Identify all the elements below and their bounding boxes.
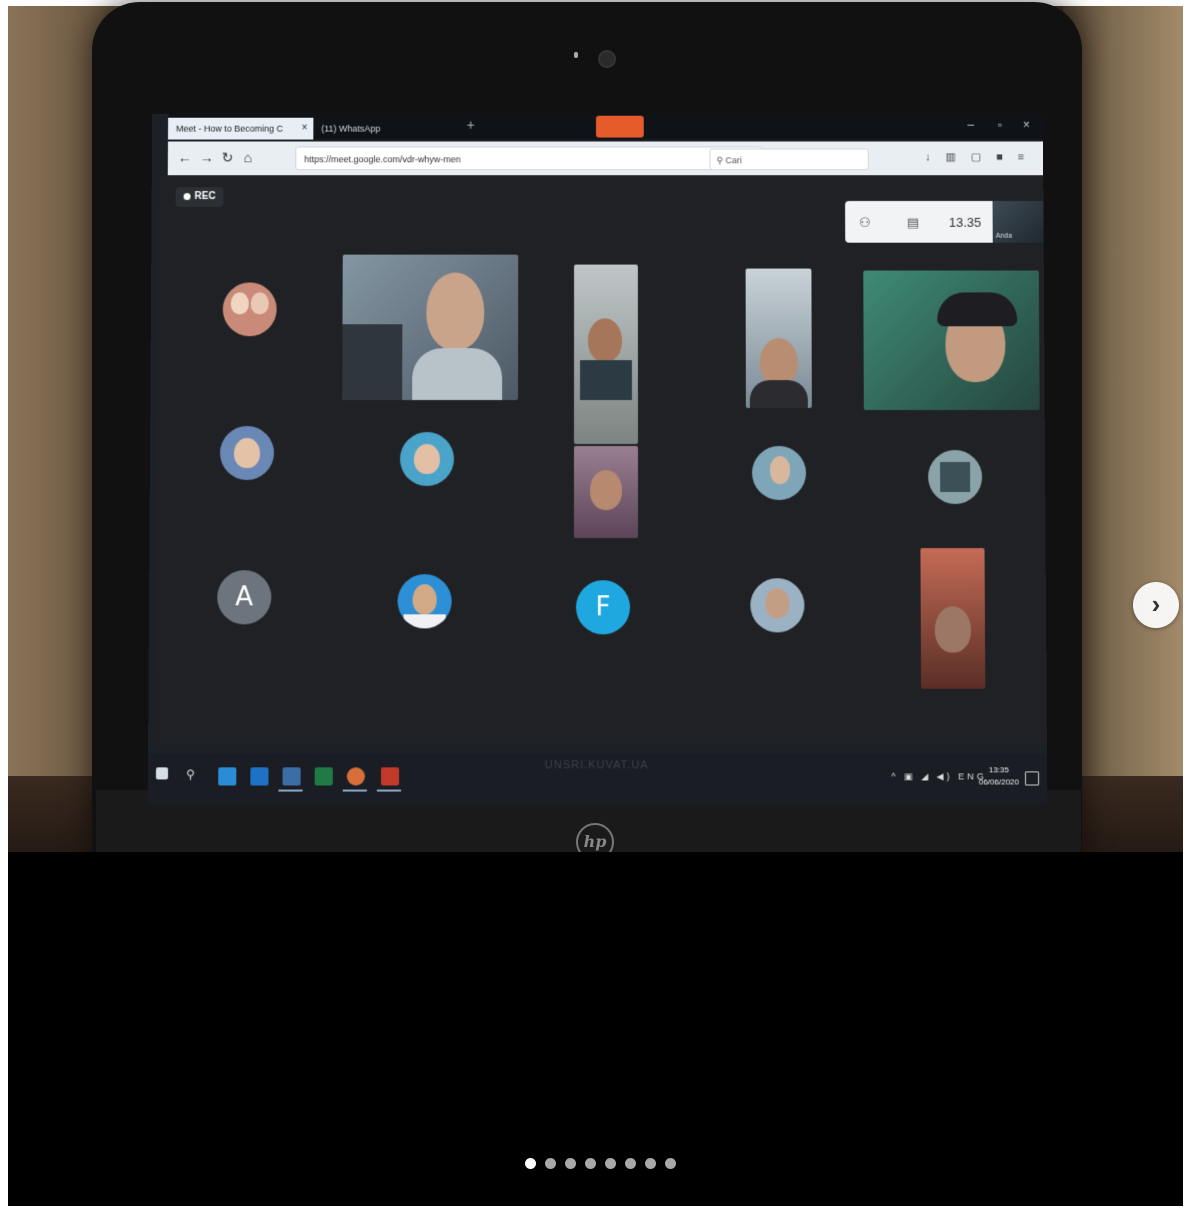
chat-icon[interactable]: ▤ — [907, 215, 919, 231]
participant-video[interactable] — [746, 269, 812, 408]
carousel-next-button[interactable]: › — [1133, 582, 1179, 628]
start-icon[interactable] — [156, 767, 168, 779]
pdf-icon[interactable] — [381, 767, 399, 785]
rec-indicator: REC — [176, 187, 224, 207]
participant-initial: A — [235, 582, 253, 612]
home-icon[interactable]: ⌂ — [244, 149, 253, 165]
participant-video[interactable] — [920, 548, 985, 689]
close-icon[interactable]: × — [302, 118, 308, 140]
carousel-dot[interactable] — [565, 1158, 576, 1169]
participant-video[interactable] — [574, 265, 638, 444]
system-tray[interactable]: ^ ▣ ◢ ◀) ENG — [891, 771, 987, 782]
new-tab-button[interactable]: + — [467, 117, 475, 133]
participant-avatar[interactable] — [928, 450, 982, 504]
webcam — [598, 50, 616, 68]
carousel-dot[interactable] — [605, 1158, 616, 1169]
rec-label: REC — [195, 191, 216, 202]
edge-icon[interactable] — [218, 767, 236, 785]
minimize-icon[interactable]: – — [967, 118, 974, 132]
search-input[interactable]: ⚲ Cari — [709, 148, 868, 170]
meet-grid: REC ⚇ ▤ 13.35 Anda A F — [154, 175, 1047, 745]
self-view-thumbnail[interactable]: Anda — [993, 201, 1045, 243]
chevron-right-icon: › — [1152, 589, 1161, 619]
running-indicator — [343, 790, 367, 792]
file-explorer-icon[interactable] — [283, 767, 301, 785]
carousel-dots — [525, 1156, 685, 1170]
back-icon[interactable]: ← — [178, 149, 192, 165]
forward-icon[interactable]: → — [200, 149, 214, 165]
windows-taskbar: ⚲ UNSRI.KUVAT.UA ^ ▣ ◢ ◀) ENG 13:35 06/0… — [148, 753, 1048, 803]
self-view-name: Anda — [996, 233, 1012, 240]
participant-video[interactable] — [574, 446, 638, 538]
laptop-screen: Meet - How to Becoming C × (11) WhatsApp… — [148, 114, 1048, 804]
participant-avatar[interactable] — [752, 446, 806, 500]
participant-initial: F — [596, 592, 611, 622]
tab-meet[interactable]: Meet - How to Becoming C × — [168, 118, 313, 140]
reload-icon[interactable]: ↻ — [222, 149, 234, 166]
browser-tabbar: Meet - How to Becoming C × (11) WhatsApp… — [168, 114, 1044, 140]
address-bar[interactable]: https://meet.google.com/vdr-whyw-men — [295, 146, 763, 170]
taskbar-clock[interactable]: 13:35 06/06/2020 — [979, 764, 1019, 788]
participant-video[interactable] — [342, 255, 518, 400]
people-icon[interactable]: ⚇ — [859, 215, 871, 231]
participant-video[interactable] — [863, 271, 1039, 411]
clock-time: 13:35 — [979, 764, 1019, 776]
toolbar-icons[interactable]: ↓ ▥ ▢ ■ ≡ — [925, 150, 1030, 163]
firefox-badge-icon — [596, 116, 644, 138]
clock-date: 06/06/2020 — [979, 776, 1019, 788]
running-indicator — [377, 790, 401, 792]
participant-letter-avatar[interactable]: F — [576, 580, 630, 634]
participant-letter-avatar[interactable]: A — [217, 570, 271, 624]
carousel-dot[interactable] — [625, 1158, 636, 1169]
search-icon[interactable]: ⚲ — [186, 767, 204, 785]
firefox-icon[interactable] — [347, 767, 365, 785]
carousel-dot[interactable] — [525, 1158, 536, 1169]
tab-meet-label: Meet - How to Becoming C — [176, 124, 283, 134]
participant-avatar[interactable] — [220, 426, 274, 480]
carousel-dot[interactable] — [545, 1158, 556, 1169]
notification-icon[interactable] — [1025, 771, 1039, 785]
maximize-icon[interactable]: ▫ — [998, 118, 1002, 132]
participant-avatar[interactable] — [398, 574, 452, 628]
carousel-background — [8, 852, 1183, 1206]
carousel-dot[interactable] — [665, 1158, 676, 1169]
carousel-dot[interactable] — [585, 1158, 596, 1169]
participant-avatar[interactable] — [223, 282, 277, 336]
search-icon: ⚲ — [716, 155, 725, 165]
app-icon[interactable] — [250, 767, 268, 785]
url-text: https://meet.google.com/vdr-whyw-men — [304, 154, 460, 164]
carousel-dot[interactable] — [645, 1158, 656, 1169]
meet-info-panel: ⚇ ▤ 13.35 Anda — [845, 201, 1045, 243]
mic-dot — [574, 52, 578, 58]
window-close-icon[interactable]: × — [1023, 118, 1030, 132]
rec-dot-icon — [184, 193, 191, 200]
running-indicator — [278, 790, 302, 792]
meeting-time: 13.35 — [949, 215, 982, 230]
tab-whatsapp-label: (11) WhatsApp — [321, 124, 380, 134]
watermark-text: UNSRI.KUVAT.UA — [545, 759, 649, 771]
search-placeholder: Cari — [726, 155, 742, 165]
tab-whatsapp[interactable]: (11) WhatsApp — [313, 118, 438, 140]
browser-navbar: ← → ↻ ⌂ https://meet.google.com/vdr-whyw… — [168, 142, 1044, 176]
excel-icon[interactable] — [315, 767, 333, 785]
participant-avatar[interactable] — [400, 432, 454, 486]
participant-avatar[interactable] — [750, 578, 804, 632]
